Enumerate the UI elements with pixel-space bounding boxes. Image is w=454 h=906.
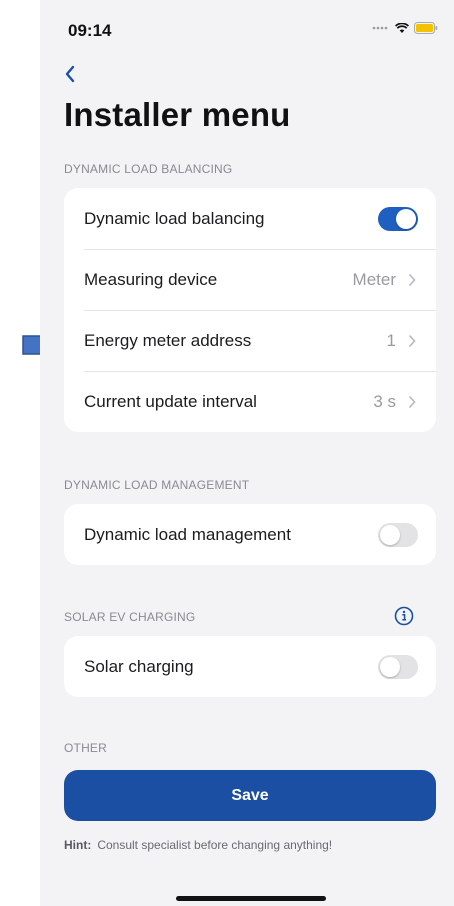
status-time: 09:14 (68, 21, 112, 40)
chevron-right-icon (408, 394, 418, 410)
energy-meter-address-label: Energy meter address (84, 330, 252, 350)
current-update-interval-row[interactable]: Current update interval 3 s (64, 371, 436, 432)
home-indicator (176, 896, 326, 901)
energy-meter-address-row[interactable]: Energy meter address 1 (64, 310, 436, 371)
back-button[interactable] (64, 60, 88, 88)
solar-toggle-row[interactable]: Solar charging (64, 636, 436, 697)
phone-screen: 09:14 Installer menu DYNAMIC LOAD BALANC (40, 0, 454, 906)
toggle-knob (380, 656, 400, 677)
measuring-device-label: Measuring device (84, 269, 218, 289)
status-bar: 09:14 (40, 0, 454, 50)
status-icons (372, 22, 438, 34)
wifi-icon (395, 22, 409, 33)
energy-meter-address-value: 1 (386, 330, 396, 350)
page-title: Installer menu (64, 96, 291, 133)
battery-icon (414, 22, 438, 34)
info-icon[interactable] (394, 606, 414, 626)
dlm-card: Dynamic load management (64, 504, 436, 565)
measuring-device-row[interactable]: Measuring device Meter (64, 249, 436, 310)
measuring-device-value: Meter (352, 269, 396, 289)
section-header-solar: SOLAR EV CHARGING (64, 610, 196, 624)
dlb-card: Dynamic load balancing Measuring device … (64, 188, 436, 432)
dlm-toggle-label: Dynamic load management (84, 524, 291, 544)
hint-label: Hint: (64, 838, 92, 852)
chevron-left-icon (65, 65, 75, 83)
current-update-interval-label: Current update interval (84, 391, 257, 411)
solar-toggle[interactable] (378, 654, 418, 679)
solar-toggle-label: Solar charging (84, 656, 194, 676)
dlb-toggle-label: Dynamic load balancing (84, 208, 265, 228)
section-header-dlm: DYNAMIC LOAD MANAGEMENT (64, 478, 250, 492)
section-header-dlb: DYNAMIC LOAD BALANCING (64, 162, 233, 176)
chevron-right-icon (408, 333, 418, 349)
hint-text: Hint: Consult specialist before changing … (64, 838, 332, 852)
current-update-interval-value: 3 s (373, 391, 396, 411)
signal-icon (372, 26, 388, 30)
chevron-right-icon (408, 272, 418, 288)
dlm-toggle-row[interactable]: Dynamic load management (64, 504, 436, 565)
section-header-other: OTHER (64, 741, 107, 755)
solar-card: Solar charging (64, 636, 436, 697)
dlb-toggle[interactable] (378, 206, 418, 231)
dlb-toggle-row[interactable]: Dynamic load balancing (64, 188, 436, 249)
hint-message: Consult specialist before changing anyth… (97, 838, 333, 852)
toggle-knob (396, 208, 416, 229)
toggle-knob (380, 524, 400, 545)
save-button[interactable]: Save (64, 770, 436, 821)
dlm-toggle[interactable] (378, 522, 418, 547)
